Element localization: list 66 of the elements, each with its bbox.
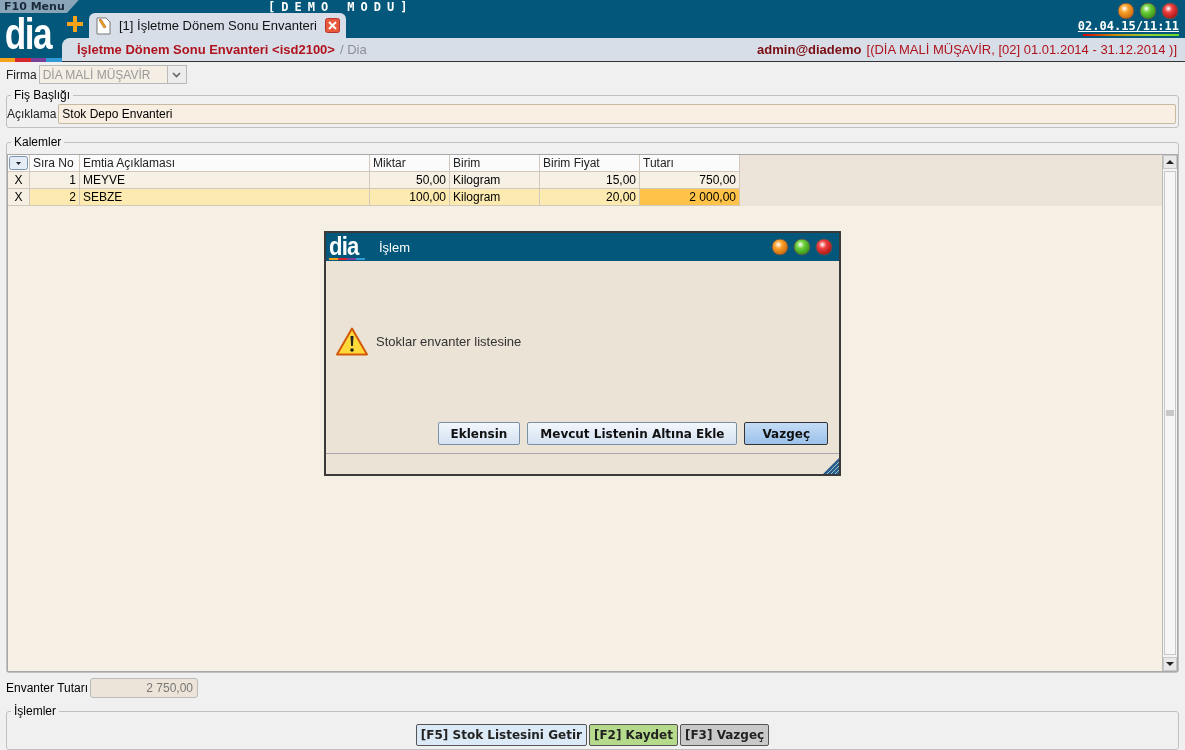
table-cell: 1 (30, 172, 80, 189)
caret-up-icon (1166, 160, 1174, 164)
column-header[interactable]: Tutarı (640, 155, 740, 172)
company-period-text: [(DİA MALİ MÜŞAVİR, [02] 01.01.2014 - 31.12.2014 )] (866, 42, 1177, 57)
field-label: Firma (6, 67, 37, 82)
scroll-up-button[interactable] (1163, 155, 1177, 169)
dialog-button[interactable]: Eklensin (437, 422, 521, 445)
table-cell: Kilogram (450, 189, 540, 206)
plus-icon[interactable] (66, 15, 84, 33)
section-title: Fiş Başlığı (13, 88, 71, 102)
close-button[interactable] (815, 238, 833, 256)
close-button[interactable] (1161, 2, 1179, 20)
table-cell: 50,00 (370, 172, 450, 189)
table-cell: SEBZE (80, 189, 370, 206)
tab-label: [1] İşletme Dönem Sonu Envanteri (119, 18, 317, 33)
field-label: Açıklama (7, 107, 57, 121)
column-header[interactable]: Sıra No (30, 155, 80, 172)
row-marker[interactable]: X (8, 172, 30, 189)
banner-text: [DEMO MODU] (268, 0, 414, 14)
scroll-down-button[interactable] (1163, 657, 1177, 671)
table-cell: 100,00 (370, 189, 450, 206)
dialog-button[interactable]: Vazgeç (744, 422, 828, 445)
action-button[interactable]: [F2] Kaydet (588, 724, 678, 746)
tab[interactable]: [1] İşletme Dönem Sonu Envanteri (89, 13, 346, 38)
action-button[interactable]: [F3] Vazgeç (679, 724, 770, 746)
total-field: 2 750,00 (90, 678, 199, 698)
row-marker[interactable]: X (8, 189, 30, 206)
warning-icon (336, 327, 368, 356)
dialog-title: İşlem (379, 239, 412, 255)
caret-down-icon (1166, 662, 1174, 666)
section-title: İşlemler (13, 704, 57, 718)
logo: dia (3, 12, 50, 56)
table-cell: 750,00 (640, 172, 740, 189)
description-field[interactable]: Stok Depo Envanteri (58, 104, 1176, 124)
column-menu-button[interactable] (9, 156, 28, 170)
column-header[interactable]: Miktar (370, 155, 450, 172)
table-cell: 2 (30, 189, 80, 206)
dialog-button[interactable]: Mevcut Listenin Altına Ekle (527, 422, 738, 445)
user-name: admin@diademo (757, 42, 862, 57)
column-header[interactable]: Birim (450, 155, 540, 172)
maximize-button[interactable] (1139, 2, 1157, 20)
menu-button[interactable]: F10 Menu (0, 0, 79, 13)
column-header[interactable]: Birim Fiyat (540, 155, 640, 172)
table-cell: 20,00 (540, 189, 640, 206)
table-cell: 15,00 (540, 172, 640, 189)
chevron-down-icon (172, 71, 182, 78)
section-title: Kalemler (13, 135, 63, 149)
clock-text: 02.04.15/11:11 (1077, 20, 1179, 33)
breadcrumb-text: / Dia (339, 42, 367, 57)
dialog-message: Stoklar envanter listesine (376, 334, 522, 349)
minimize-button[interactable] (1117, 2, 1135, 20)
scrollbar-thumb[interactable] (1164, 171, 1176, 655)
action-button[interactable]: [F5] Stok Listesini Getir (415, 724, 587, 746)
company-dropdown: DİA MALİ MÜŞAVİR (38, 65, 187, 84)
maximize-button[interactable] (793, 238, 811, 256)
logo: dia (329, 234, 360, 258)
field-label: Envanter Tutarı (6, 681, 89, 695)
table-cell: MEYVE (80, 172, 370, 189)
resize-grip-icon[interactable] (823, 458, 839, 474)
document-icon (95, 16, 111, 35)
table-cell: 2 000,00 (640, 189, 740, 206)
table-cell: Kilogram (450, 172, 540, 189)
column-header[interactable]: Emtia Açıklaması (80, 155, 370, 172)
minimize-button[interactable] (771, 238, 789, 256)
page-title: İşletme Dönem Sonu Envanteri <isd2100> (77, 42, 335, 57)
close-icon[interactable] (325, 18, 340, 33)
